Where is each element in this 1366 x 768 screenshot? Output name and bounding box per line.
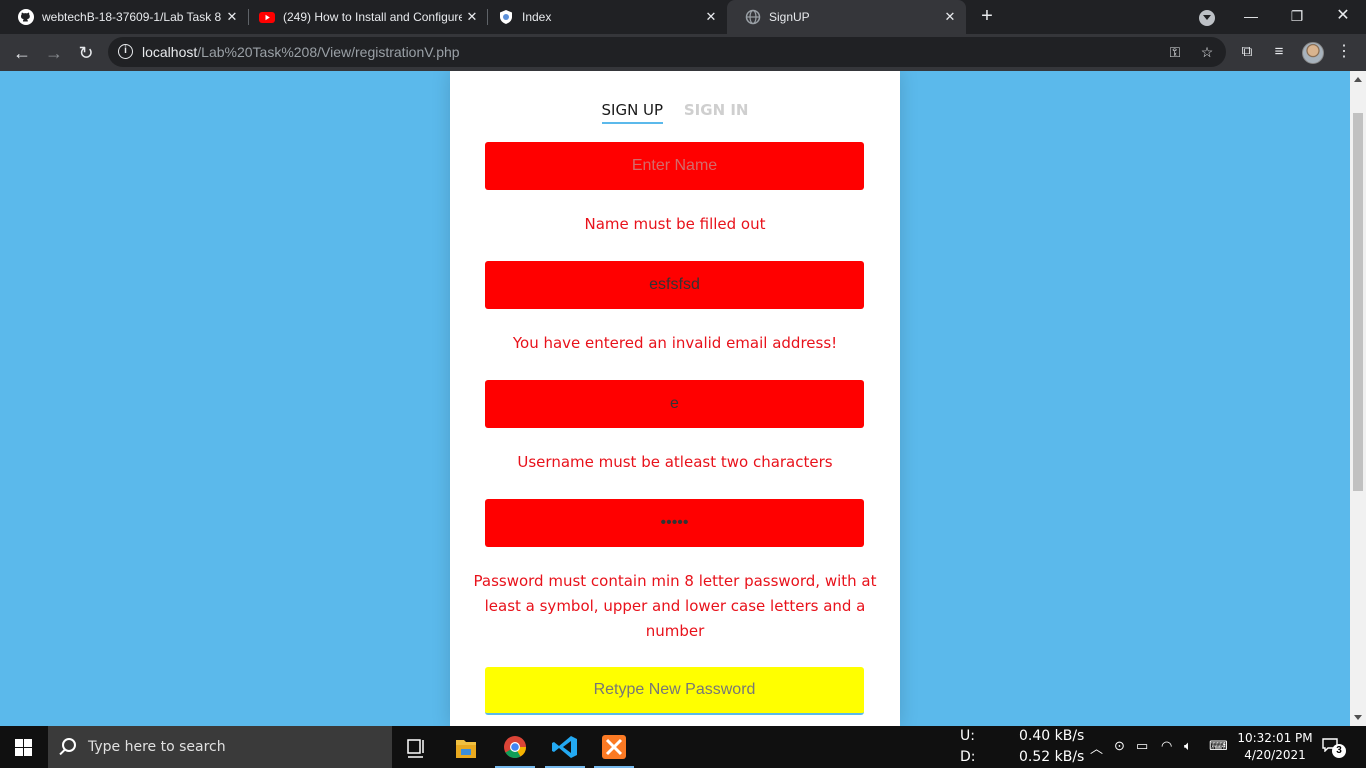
- task-view-icon[interactable]: [394, 730, 438, 768]
- scroll-thumb[interactable]: [1353, 113, 1363, 491]
- site-info-icon[interactable]: i: [118, 44, 133, 59]
- username-error: Username must be atleast two characters: [517, 453, 833, 471]
- windows-taskbar: Type here to search U: D: 0.40 kB/s 0.52…: [0, 726, 1366, 768]
- browser-toolbar: ← → ↻ i localhost/Lab%20Task%208/View/re…: [0, 34, 1366, 71]
- name-input[interactable]: [485, 142, 864, 190]
- tab-title: (249) How to Install and Configure: [283, 10, 462, 24]
- signup-card: SIGN UP SIGN IN Name must be filled out …: [450, 71, 900, 726]
- email-error: You have entered an invalid email addres…: [512, 334, 838, 352]
- volume-icon[interactable]: 🔈︎: [1184, 738, 1192, 754]
- page-viewport: SIGN UP SIGN IN Name must be filled out …: [0, 71, 1350, 726]
- github-icon: [18, 9, 34, 25]
- upload-speed: 0.40 kB/s: [1019, 728, 1085, 744]
- clock-date: 4/20/2021: [1244, 748, 1306, 762]
- close-tab-icon[interactable]: ✕: [462, 9, 482, 25]
- password-error: Password must contain min 8 letter passw…: [473, 572, 877, 640]
- auth-tabs: SIGN UP SIGN IN: [450, 101, 900, 127]
- email-input[interactable]: [485, 261, 864, 309]
- tab-search-icon[interactable]: [1199, 10, 1215, 26]
- globe-icon: [745, 9, 761, 25]
- minimize-button[interactable]: —: [1237, 4, 1265, 28]
- password-input[interactable]: [485, 499, 864, 547]
- close-window-button[interactable]: ✕: [1329, 4, 1357, 28]
- tab-title: webtechB-18-37609-1/Lab Task 8: [42, 10, 222, 24]
- download-speed: 0.52 kB/s: [1019, 749, 1085, 765]
- username-input[interactable]: [485, 380, 864, 428]
- page-scrollbar[interactable]: [1350, 71, 1366, 726]
- vscode-icon[interactable]: [543, 730, 587, 768]
- address-bar[interactable]: i localhost/Lab%20Task%208/View/registra…: [108, 37, 1226, 67]
- extensions-puzzle-icon[interactable]: ⧉: [1237, 42, 1257, 62]
- key-icon[interactable]: ⚿: [1166, 43, 1184, 61]
- shield-globe-icon: [500, 10, 512, 24]
- back-arrow-icon[interactable]: ←: [9, 40, 35, 66]
- scroll-down-arrow-icon[interactable]: [1354, 715, 1362, 720]
- windows-start-icon[interactable]: [15, 739, 32, 756]
- browser-tab-strip: webtechB-18-37609-1/Lab Task 8 ✕ (249) H…: [0, 0, 1366, 34]
- tab-title: SignUP: [769, 10, 810, 24]
- youtube-icon: [259, 12, 275, 23]
- notification-center-icon[interactable]: 3: [1322, 738, 1346, 758]
- meet-now-icon[interactable]: ⊙: [1114, 738, 1125, 754]
- download-label: D:: [960, 749, 976, 765]
- tab-sign-up[interactable]: SIGN UP: [601, 101, 664, 124]
- close-tab-icon[interactable]: ✕: [222, 9, 242, 25]
- star-bookmark-icon[interactable]: ☆: [1198, 43, 1216, 61]
- clock-time: 10:32:01 PM: [1237, 731, 1313, 745]
- xampp-icon[interactable]: [592, 730, 636, 768]
- file-explorer-icon[interactable]: [444, 730, 488, 768]
- keyboard-icon[interactable]: ⌨: [1209, 738, 1228, 754]
- chevron-up-icon[interactable]: ︿: [1090, 738, 1103, 757]
- taskbar-search-placeholder: Type here to search: [88, 739, 226, 755]
- forward-arrow-icon[interactable]: →: [41, 40, 67, 66]
- browser-tab-youtube[interactable]: (249) How to Install and Configure ✕: [241, 0, 488, 34]
- tab-sign-in[interactable]: SIGN IN: [684, 101, 749, 122]
- profile-avatar[interactable]: [1302, 42, 1324, 64]
- reload-icon[interactable]: ↻: [73, 40, 99, 66]
- browser-tab-index[interactable]: Index ✕: [480, 0, 727, 34]
- system-clock[interactable]: 10:32:01 PM 4/20/2021: [1232, 730, 1318, 764]
- tab-title: Index: [522, 10, 552, 24]
- restore-button[interactable]: ❐: [1283, 4, 1311, 28]
- taskbar-search-box[interactable]: Type here to search: [48, 726, 392, 768]
- notification-badge: 3: [1332, 744, 1346, 758]
- new-tab-button[interactable]: +: [976, 6, 998, 28]
- kebab-menu-icon[interactable]: ⋮: [1334, 42, 1354, 62]
- chrome-icon[interactable]: [493, 730, 537, 768]
- search-icon: [62, 738, 76, 752]
- retype-password-input[interactable]: [485, 667, 864, 715]
- upload-label: U:: [960, 728, 975, 744]
- browser-tab-signup[interactable]: SignUP ✕: [727, 0, 966, 34]
- media-queue-icon[interactable]: ≡: [1269, 42, 1289, 62]
- close-tab-icon[interactable]: ✕: [940, 9, 960, 25]
- name-error: Name must be filled out: [584, 215, 766, 233]
- url-text[interactable]: localhost/Lab%20Task%208/View/registrati…: [142, 44, 460, 60]
- wifi-icon[interactable]: ◠: [1161, 738, 1172, 754]
- scroll-up-arrow-icon[interactable]: [1354, 77, 1362, 82]
- close-tab-icon[interactable]: ✕: [701, 9, 721, 25]
- browser-tab-github[interactable]: webtechB-18-37609-1/Lab Task 8 ✕: [0, 0, 248, 34]
- battery-icon[interactable]: ▭: [1136, 738, 1148, 754]
